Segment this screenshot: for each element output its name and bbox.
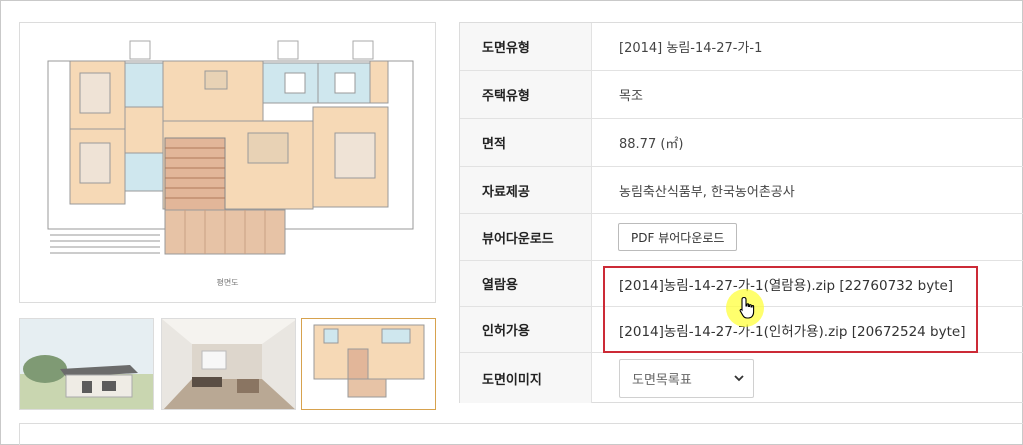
label-drawing-image: 도면이미지 — [460, 353, 592, 403]
thumbnail-floor-plan[interactable] — [301, 318, 436, 410]
thumbnail-exterior[interactable] — [19, 318, 154, 410]
label-permit-file: 인허가용 — [460, 307, 592, 352]
label-viewer-download: 뷰어다운로드 — [460, 214, 592, 260]
label-house-type: 주택유형 — [460, 71, 592, 118]
row-viewer-download: 뷰어다운로드 PDF 뷰어다운로드 — [460, 214, 1023, 261]
value-house-type: 목조 — [619, 89, 643, 104]
row-area: 면적 88.77 (㎡) — [460, 119, 1023, 167]
floor-plan-image: 평면도 — [19, 22, 436, 303]
value-viewer-download: PDF 뷰어다운로드 — [592, 214, 738, 260]
row-view-file: 열람용 [2014]농림-14-27-가-1(열람용).zip [2276073… — [460, 261, 1023, 307]
value-area: 88.77 (㎡) — [619, 137, 684, 152]
row-house-type: 주택유형 목조 — [460, 71, 1023, 119]
value-drawing-type: [2014] 농림-14-27-가-1 — [619, 41, 763, 56]
value-drawing-image: 도면목록표 — [592, 353, 754, 403]
row-permit-file: 인허가용 [2014]농림-14-27-가-1(인허가용).zip [20672… — [460, 307, 1023, 353]
view-file-download-link[interactable]: [2014]농림-14-27-가-1(열람용).zip [22760732 by… — [592, 261, 953, 306]
label-drawing-type: 도면유형 — [460, 23, 592, 70]
plan-caption: 평면도 — [216, 278, 239, 287]
pdf-viewer-download-button[interactable]: PDF 뷰어다운로드 — [618, 223, 738, 251]
chevron-down-icon — [734, 374, 744, 381]
bottom-panel — [19, 423, 1023, 445]
floor-plan-drawing — [47, 40, 414, 255]
thumbnail-interior[interactable] — [161, 318, 296, 410]
thumbnail-strip — [19, 318, 437, 410]
drawing-info-table: 도면유형 [2014] 농림-14-27-가-1 주택유형 목조 면적 88.7… — [459, 22, 1023, 403]
row-drawing-image: 도면이미지 도면목록표 — [460, 353, 1023, 403]
label-area: 면적 — [460, 119, 592, 166]
permit-file-download-link[interactable]: [2014]농림-14-27-가-1(인허가용).zip [20672524 b… — [592, 307, 965, 352]
drawing-image-select[interactable]: 도면목록표 — [619, 358, 754, 398]
label-provider: 자료제공 — [460, 167, 592, 213]
value-provider: 농림축산식품부, 한국농어촌공사 — [619, 184, 795, 200]
row-provider: 자료제공 농림축산식품부, 한국농어촌공사 — [460, 167, 1023, 214]
drawing-image-select-value: 도면목록표 — [632, 372, 692, 388]
label-view-file: 열람용 — [460, 261, 592, 306]
row-drawing-type: 도면유형 [2014] 농림-14-27-가-1 — [460, 23, 1023, 71]
